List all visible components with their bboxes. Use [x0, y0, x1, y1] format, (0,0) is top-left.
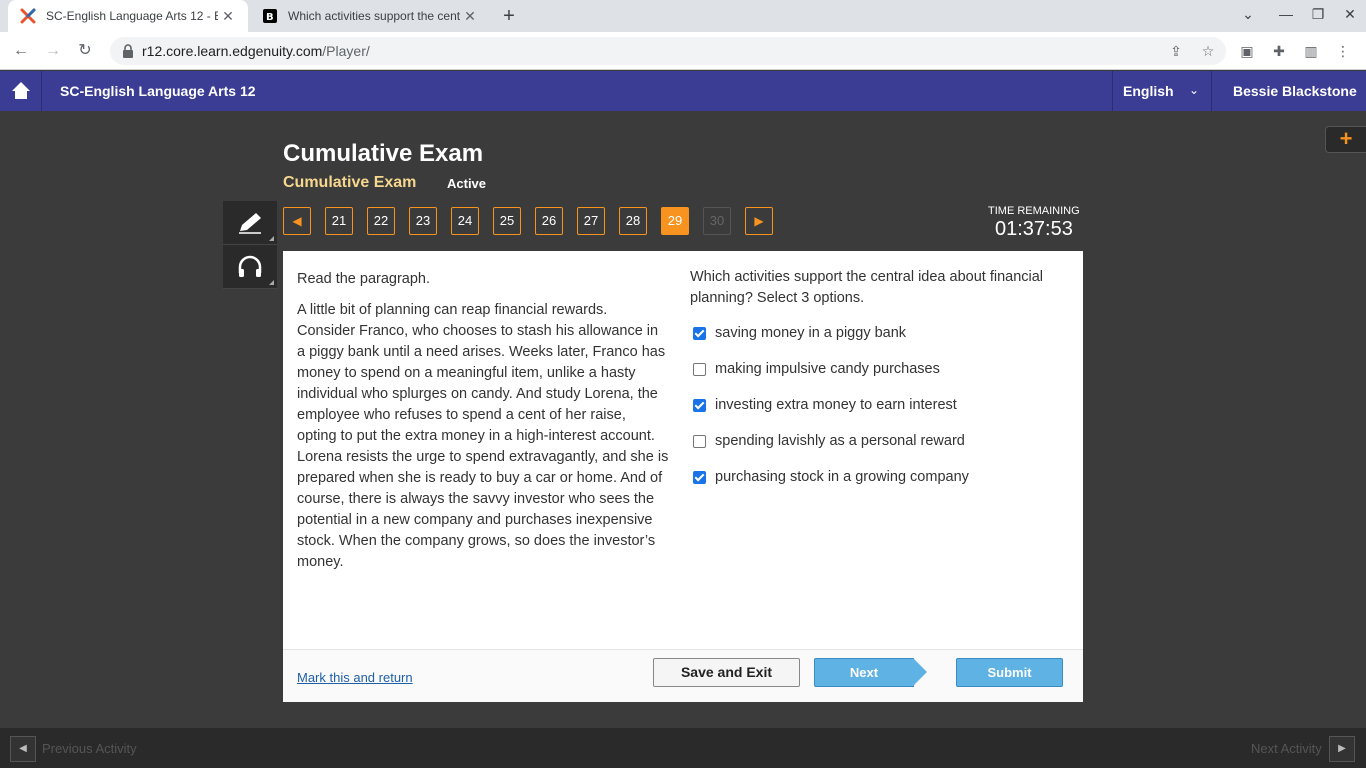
- next-activity-button[interactable]: ▶: [1329, 736, 1355, 762]
- course-title: SC-English Language Arts 12: [60, 83, 256, 99]
- save-and-exit-button[interactable]: Save and Exit: [653, 658, 800, 687]
- option-label: spending lavishly as a personal reward: [715, 433, 965, 449]
- question-button-22[interactable]: 22: [367, 207, 395, 235]
- extensions-puzzle-icon[interactable]: ✚: [1270, 42, 1288, 60]
- browser-menu-icon[interactable]: ⋮: [1334, 42, 1352, 60]
- browser-toolbar: ← → ↻ r12.core.learn.edgenuity.com/Playe…: [0, 32, 1366, 70]
- option-label: saving money in a piggy bank: [715, 325, 907, 341]
- exam-subtitle: Cumulative Exam: [283, 174, 417, 191]
- app-header: SC-English Language Arts 12 English ⌄ Be…: [0, 71, 1366, 111]
- next-button[interactable]: Next: [814, 658, 927, 687]
- url-text: r12.core.learn.edgenuity.com/Player/: [142, 43, 370, 59]
- option-label: investing extra money to earn interest: [715, 397, 957, 413]
- option-5[interactable]: purchasing stock in a growing company: [693, 467, 969, 487]
- next-button-label: Next: [849, 665, 879, 680]
- question-button-29-current[interactable]: 29: [661, 207, 689, 235]
- question-card: Read the paragraph. A little bit of plan…: [283, 251, 1083, 702]
- checkbox-unchecked[interactable]: [693, 362, 706, 376]
- tab-close-icon[interactable]: ✕: [218, 8, 238, 25]
- question-button-26[interactable]: 26: [535, 207, 563, 235]
- language-select[interactable]: English ⌄: [1112, 71, 1212, 111]
- browser-tabstrip: SC-English Language Arts 12 - E ✕ B Whic…: [0, 0, 1366, 32]
- home-icon: [12, 82, 30, 99]
- checkbox-checked[interactable]: [693, 398, 706, 412]
- svg-text:B: B: [266, 12, 274, 23]
- tab-title: SC-English Language Arts 12 - E: [46, 9, 218, 23]
- previous-activity-button[interactable]: ◀: [10, 736, 36, 762]
- pencil-icon: [239, 213, 261, 234]
- pencil-tool-button[interactable]: [223, 201, 277, 245]
- share-icon[interactable]: ⇪: [1168, 43, 1184, 59]
- reload-icon[interactable]: ↻: [74, 40, 96, 62]
- reading-passage: Read the paragraph. A little bit of plan…: [297, 269, 669, 583]
- browser-tab-active[interactable]: SC-English Language Arts 12 - E ✕: [8, 0, 248, 32]
- browser-tab-inactive[interactable]: B Which activities support the cent ✕: [250, 0, 490, 32]
- passage-text: A little bit of planning can reap financ…: [297, 302, 669, 570]
- next-question-button[interactable]: ▶: [745, 207, 773, 235]
- activity-bar: ◀ Previous Activity Next Activity ▶: [0, 728, 1366, 768]
- question-button-23[interactable]: 23: [409, 207, 437, 235]
- minimize-icon[interactable]: —: [1276, 6, 1296, 22]
- exam-title: Cumulative Exam: [283, 140, 484, 167]
- close-window-icon[interactable]: ✕: [1340, 6, 1360, 23]
- question-button-28[interactable]: 28: [619, 207, 647, 235]
- exam-status: Active: [447, 176, 487, 191]
- question-prompt: Which activities support the central ide…: [690, 269, 1044, 306]
- passage-instruction: Read the paragraph.: [297, 271, 431, 287]
- home-button[interactable]: [0, 71, 42, 111]
- option-3[interactable]: investing extra money to earn interest: [693, 395, 957, 415]
- address-bar[interactable]: r12.core.learn.edgenuity.com/Player/ ⇪ ☆: [110, 37, 1226, 65]
- expand-plus-button[interactable]: +: [1325, 126, 1366, 153]
- restore-icon[interactable]: ❐: [1308, 6, 1328, 23]
- mark-and-return-link[interactable]: Mark this and return: [297, 670, 413, 685]
- question-button-27[interactable]: 27: [577, 207, 605, 235]
- checkbox-checked[interactable]: [693, 326, 706, 340]
- previous-activity-label: Previous Activity: [42, 741, 137, 756]
- edgenuity-logo-icon: [20, 8, 36, 24]
- tab-title: Which activities support the cent: [288, 9, 460, 23]
- option-2[interactable]: making impulsive candy purchases: [693, 359, 940, 379]
- language-label: English: [1123, 83, 1174, 99]
- checkbox-checked[interactable]: [693, 470, 706, 484]
- submit-button[interactable]: Submit: [956, 658, 1063, 687]
- checkbox-unchecked[interactable]: [693, 434, 706, 448]
- audio-tool-button[interactable]: [223, 245, 277, 289]
- side-panel-icon[interactable]: ▥: [1302, 42, 1320, 60]
- bookmark-star-icon[interactable]: ☆: [1200, 43, 1216, 59]
- extension-k-icon[interactable]: ▣: [1238, 42, 1256, 60]
- brainly-logo-icon: B: [263, 9, 277, 23]
- option-4[interactable]: spending lavishly as a personal reward: [693, 431, 965, 451]
- question-button-21[interactable]: 21: [325, 207, 353, 235]
- user-name[interactable]: Bessie Blackstone: [1233, 83, 1357, 99]
- tab-close-icon[interactable]: ✕: [460, 8, 480, 25]
- new-tab-icon[interactable]: +: [498, 5, 520, 27]
- headphones-icon: [238, 255, 262, 277]
- option-1[interactable]: saving money in a piggy bank: [693, 323, 906, 343]
- back-icon[interactable]: ←: [10, 40, 32, 62]
- time-remaining-label: TIME REMAINING: [988, 205, 1080, 217]
- lock-icon: [123, 44, 133, 58]
- tab-search-icon[interactable]: ⌄: [1238, 6, 1258, 23]
- forward-icon[interactable]: →: [42, 40, 64, 62]
- question-button-30: 30: [703, 207, 731, 235]
- chevron-down-icon: ⌄: [1189, 83, 1200, 97]
- prev-question-button[interactable]: ◀: [283, 207, 311, 235]
- next-activity-label: Next Activity: [1251, 741, 1322, 756]
- option-label: purchasing stock in a growing company: [715, 469, 969, 485]
- question-button-24[interactable]: 24: [451, 207, 479, 235]
- tool-panel: [223, 201, 277, 289]
- time-remaining-value: 01:37:53: [995, 218, 1073, 240]
- question-button-25[interactable]: 25: [493, 207, 521, 235]
- option-label: making impulsive candy purchases: [715, 361, 940, 377]
- card-footer: Mark this and return Save and Exit Next …: [283, 649, 1083, 702]
